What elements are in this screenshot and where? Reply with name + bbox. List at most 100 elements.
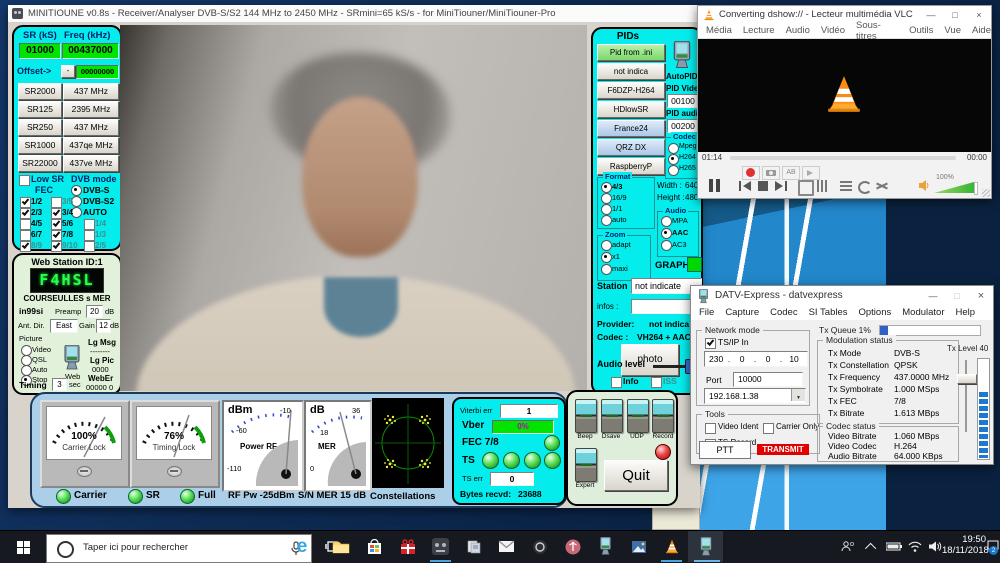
tray-battery[interactable] bbox=[882, 531, 906, 562]
tray-clock[interactable]: 19:50 18/11/2018 bbox=[942, 534, 986, 561]
start-button[interactable] bbox=[0, 531, 46, 563]
carrier-only-checkbox[interactable] bbox=[763, 423, 774, 434]
taskbar-tiouner-app[interactable] bbox=[589, 531, 622, 562]
beep-switch[interactable] bbox=[575, 399, 597, 433]
audio-aac-radio[interactable] bbox=[661, 228, 672, 239]
fec-checkbox[interactable] bbox=[51, 230, 62, 241]
pid-audio-input[interactable]: 00200 bbox=[667, 119, 699, 133]
fec-checkbox[interactable] bbox=[84, 219, 95, 230]
taskbar-explorer[interactable] bbox=[326, 531, 356, 562]
tsip-checkbox[interactable] bbox=[705, 338, 716, 349]
vlc-snapshot-button[interactable] bbox=[762, 166, 780, 180]
taskbar-minitioune[interactable] bbox=[424, 531, 457, 562]
vlc-volume-slider[interactable] bbox=[934, 182, 980, 193]
menu-file[interactable]: File bbox=[699, 307, 714, 318]
udp-switch[interactable] bbox=[627, 399, 649, 433]
pid-preset-button[interactable]: France24 bbox=[597, 120, 665, 137]
preset-sr-button[interactable]: SR125 bbox=[18, 101, 62, 118]
menu-si-tables[interactable]: SI Tables bbox=[809, 307, 848, 318]
pid-preset-button[interactable]: Pid from .ini bbox=[597, 44, 665, 61]
maximize-button[interactable]: □ bbox=[945, 291, 969, 301]
dropdown-button[interactable]: ▼ bbox=[791, 389, 805, 401]
preset-sr-button[interactable]: SR2000 bbox=[18, 83, 62, 100]
taskbar-vlc[interactable] bbox=[655, 531, 688, 562]
taskbar-photos[interactable] bbox=[622, 531, 655, 562]
search-box[interactable]: Taper ici pour rechercher bbox=[46, 534, 312, 563]
low-sr-checkbox[interactable] bbox=[19, 175, 30, 186]
volume-icon[interactable] bbox=[918, 179, 931, 192]
preset-freq-button[interactable]: 437 MHz bbox=[63, 119, 119, 136]
iss-checkbox[interactable] bbox=[651, 377, 662, 388]
taskbar-edge[interactable]: e bbox=[288, 531, 316, 562]
menu-audio[interactable]: Audio bbox=[786, 25, 810, 36]
dvb-s-radio[interactable] bbox=[71, 185, 82, 196]
format-11-radio[interactable] bbox=[601, 204, 612, 215]
pid-preset-button[interactable]: not indica bbox=[597, 63, 665, 80]
datv-titlebar[interactable]: DATV-Express - datvexpress — □ × bbox=[691, 286, 993, 305]
vlc-seek-bar[interactable] bbox=[730, 156, 956, 160]
close-button[interactable]: × bbox=[967, 10, 991, 20]
taskbar-mail[interactable] bbox=[490, 531, 523, 562]
fec-checkbox[interactable] bbox=[20, 241, 31, 252]
offset-input[interactable]: 00000000 bbox=[76, 65, 119, 79]
menu-modulator[interactable]: Modulator bbox=[902, 307, 944, 318]
preamp-input[interactable]: 20 bbox=[86, 305, 103, 318]
menu-options[interactable]: Options bbox=[859, 307, 892, 318]
fec-checkbox[interactable] bbox=[20, 208, 31, 219]
menu-help[interactable]: Help bbox=[956, 307, 976, 318]
vlc-stop-button[interactable] bbox=[758, 181, 768, 191]
menu-media[interactable]: Média bbox=[706, 25, 732, 36]
codec-mpeg2-radio[interactable] bbox=[668, 143, 679, 154]
taskbar-recorder-app[interactable] bbox=[523, 531, 556, 562]
preset-sr-button[interactable]: SR22000 bbox=[18, 155, 62, 172]
menu-capture[interactable]: Capture bbox=[725, 307, 759, 318]
preset-freq-button[interactable]: 437 MHz bbox=[63, 83, 119, 100]
expert-switch[interactable] bbox=[575, 448, 597, 482]
zoom-maxi-radio[interactable] bbox=[601, 264, 612, 275]
info-checkbox[interactable] bbox=[611, 377, 622, 388]
interface-combobox[interactable]: 192.168.1.38 ▼ bbox=[704, 388, 806, 404]
ant-dir-input[interactable]: East bbox=[50, 319, 78, 333]
vlc-pause-button[interactable] bbox=[706, 178, 724, 194]
close-button[interactable]: × bbox=[969, 290, 993, 302]
graph-indicator[interactable] bbox=[687, 257, 702, 272]
menu-tools[interactable]: Outils bbox=[909, 25, 933, 36]
taskbar-gift-app[interactable] bbox=[391, 531, 424, 562]
ptt-button[interactable]: PTT bbox=[699, 441, 751, 459]
freq-input[interactable]: 00437000 bbox=[62, 43, 119, 59]
maximize-button[interactable]: □ bbox=[943, 10, 967, 20]
codec-h265-radio[interactable] bbox=[668, 165, 679, 176]
tray-chevron[interactable] bbox=[862, 531, 882, 562]
port-input[interactable]: 10000 bbox=[733, 372, 803, 387]
vlc-loop-button[interactable] bbox=[858, 180, 870, 192]
pid-preset-button[interactable]: QRZ DX bbox=[597, 139, 665, 156]
pid-preset-button[interactable]: F6DZP-H264 bbox=[597, 82, 665, 99]
vlc-abloop-button[interactable]: AB bbox=[782, 166, 800, 180]
preset-sr-button[interactable]: SR1000 bbox=[18, 137, 62, 154]
infos-input[interactable] bbox=[631, 299, 699, 314]
multicast-ip-input[interactable]: 230 . 0 . 0 . 10 bbox=[704, 351, 808, 367]
vlc-framestep-button[interactable] bbox=[802, 166, 820, 180]
resize-grip[interactable] bbox=[982, 189, 990, 197]
fec-checkbox[interactable] bbox=[20, 230, 31, 241]
timing-input[interactable]: 3 bbox=[52, 378, 67, 391]
format-43-radio[interactable] bbox=[601, 182, 612, 193]
offset-sign-button[interactable]: - bbox=[61, 65, 75, 78]
format-169-radio[interactable] bbox=[601, 193, 612, 204]
notification-center[interactable]: 2 bbox=[987, 539, 1000, 555]
taskbar-datv-active[interactable] bbox=[688, 531, 723, 562]
format-auto-radio[interactable] bbox=[601, 215, 612, 226]
audio-ac3-radio[interactable] bbox=[661, 240, 672, 251]
fec-checkbox[interactable] bbox=[20, 197, 31, 208]
vlc-settings-button[interactable] bbox=[816, 180, 828, 192]
fec-checkbox[interactable] bbox=[51, 219, 62, 230]
menu-view[interactable]: Vue bbox=[944, 25, 961, 36]
preset-freq-button[interactable]: 437ve MHz bbox=[63, 155, 119, 172]
vlc-shuffle-button[interactable] bbox=[876, 180, 888, 192]
menu-video[interactable]: Vidéo bbox=[821, 25, 845, 36]
zoom-x1-radio[interactable] bbox=[601, 252, 612, 263]
vlc-previous-button[interactable] bbox=[738, 180, 752, 192]
fec-checkbox[interactable] bbox=[84, 230, 95, 241]
minimize-button[interactable]: — bbox=[919, 10, 943, 20]
vlc-playlist-button[interactable] bbox=[840, 180, 852, 192]
